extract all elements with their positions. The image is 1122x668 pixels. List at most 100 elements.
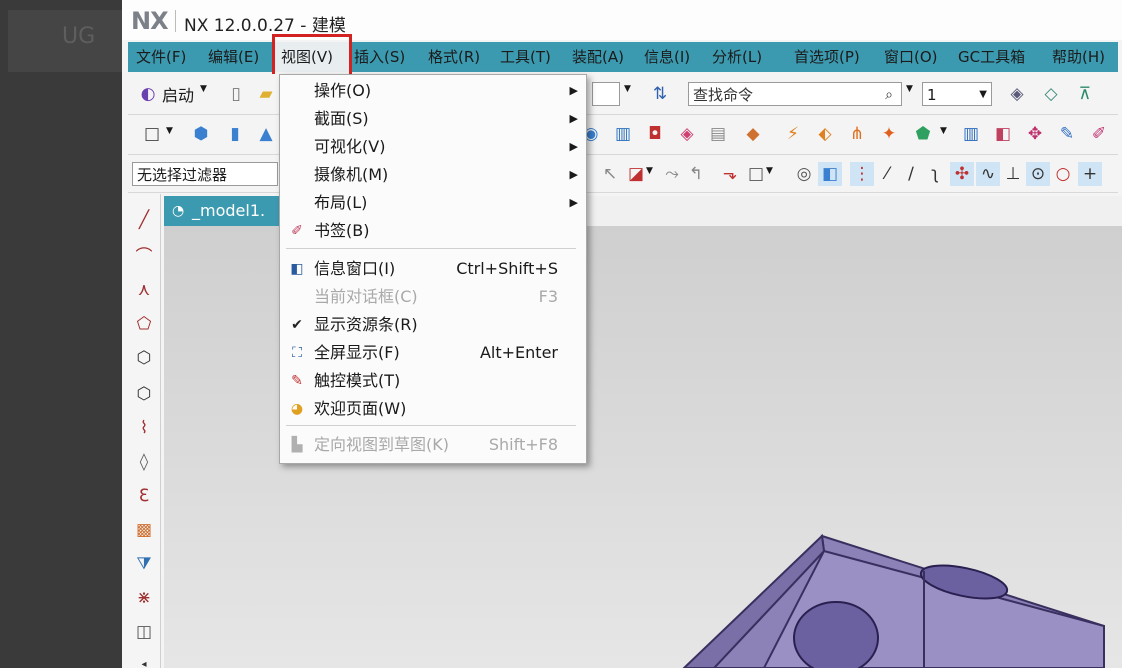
- sort-icon[interactable]: ⇅: [648, 82, 672, 106]
- snap-line-icon[interactable]: ⁄: [876, 162, 898, 186]
- snap-point-on-curve-icon[interactable]: +: [1078, 162, 1102, 186]
- menu-help[interactable]: 帮助(H): [1052, 42, 1105, 72]
- snap-tangent-icon[interactable]: ∕: [900, 162, 922, 186]
- start-icon[interactable]: ◐: [136, 82, 160, 106]
- snap-perpendicular-icon[interactable]: ⊥: [1002, 162, 1024, 186]
- constraint-icon[interactable]: ✥: [1022, 122, 1048, 146]
- move-to-layer-icon[interactable]: ⊼: [1072, 82, 1098, 106]
- quantity-select[interactable]: 1 ▼: [922, 82, 992, 106]
- assembly-icon[interactable]: ⬟: [910, 122, 936, 146]
- curve-analysis-icon[interactable]: ⋇: [132, 586, 156, 610]
- profile-tool-icon[interactable]: ⬠: [132, 312, 156, 336]
- cylinder-icon[interactable]: ▮: [222, 122, 248, 146]
- mirror-icon[interactable]: ⋔: [844, 122, 870, 146]
- view-menu-section-label: 截面(S): [314, 109, 369, 128]
- finder-dropdown-icon[interactable]: ▼: [906, 84, 913, 94]
- through-curves-icon[interactable]: ⧩: [132, 552, 156, 576]
- view-menu-dropdown: 操作(O) ▶ 截面(S) ▶ 可视化(V) ▶ 摄像机(M) ▶ 布局(L) …: [279, 74, 587, 464]
- snap-curve-icon[interactable]: ∿: [976, 162, 1000, 186]
- rectangle-icon[interactable]: □: [744, 162, 768, 186]
- fill-tool-icon[interactable]: ▩: [132, 518, 156, 542]
- select-box-dropdown-icon[interactable]: ▼: [646, 166, 653, 176]
- sketch-icon[interactable]: ✐: [1086, 122, 1112, 146]
- cone-icon[interactable]: ▲: [256, 122, 276, 146]
- component-icon[interactable]: ▥: [958, 122, 984, 146]
- view-menu-camera[interactable]: 摄像机(M) ▶: [280, 161, 586, 189]
- layer-visible-icon[interactable]: ◇: [1038, 82, 1064, 106]
- snap-point-icon[interactable]: ↖: [598, 162, 622, 186]
- offset-face-icon[interactable]: ◆: [740, 122, 766, 146]
- view-menu-info-window[interactable]: ◧ 信息窗口(I) Ctrl+Shift+S: [280, 255, 586, 283]
- tab-model[interactable]: ◔ _model1.: [164, 196, 284, 226]
- shell-icon[interactable]: ◈: [674, 122, 700, 146]
- draft-icon[interactable]: ✦: [876, 122, 902, 146]
- rectangle-dropdown-icon[interactable]: ▼: [766, 166, 773, 176]
- show-and-hide-icon[interactable]: ⬎: [718, 162, 742, 186]
- explode-icon[interactable]: ✎: [1054, 122, 1080, 146]
- quantity-dropdown-icon[interactable]: ▼: [979, 83, 987, 107]
- view-menu-bookmark[interactable]: ✐ 书签(B): [280, 217, 586, 245]
- start-button[interactable]: 启动: [162, 82, 194, 106]
- open-folder-icon[interactable]: ▰: [254, 82, 278, 106]
- view-menu-touch-mode[interactable]: ✎ 触控模式(T): [280, 367, 586, 395]
- snap-intersection-icon[interactable]: ✣: [950, 162, 974, 186]
- block-icon[interactable]: ⬢: [188, 122, 214, 146]
- menu-edit[interactable]: 编辑(E): [208, 42, 259, 72]
- surface-tool-icon[interactable]: ◊: [132, 450, 156, 474]
- menu-file[interactable]: 文件(F): [136, 42, 186, 72]
- snap-endpoint-icon[interactable]: ⋮: [850, 162, 874, 186]
- view-menu-welcome-page[interactable]: ◕ 欢迎页面(W): [280, 395, 586, 423]
- menu-assembly[interactable]: 装配(A): [572, 42, 624, 72]
- hole-icon[interactable]: ◘: [642, 122, 668, 146]
- lasso-icon[interactable]: ⤳: [660, 162, 684, 186]
- color-swatch[interactable]: [592, 82, 620, 106]
- view-menu-operation[interactable]: 操作(O) ▶: [280, 77, 586, 105]
- layer-settings-icon[interactable]: ◈: [1004, 82, 1030, 106]
- menu-insert[interactable]: 插入(S): [354, 42, 405, 72]
- resource-bar-more-icon[interactable]: ◂: [132, 652, 156, 668]
- snap-center-icon[interactable]: ⊙: [1026, 162, 1050, 186]
- view-menu-visualization[interactable]: 可视化(V) ▶: [280, 133, 586, 161]
- view-menu-section[interactable]: 截面(S) ▶: [280, 105, 586, 133]
- assembly-dropdown-icon[interactable]: ▼: [940, 126, 947, 136]
- trim-tool-icon[interactable]: ℇ: [132, 484, 156, 508]
- pattern-icon[interactable]: ⬖: [812, 122, 838, 146]
- analysis-icon[interactable]: ◫: [132, 620, 156, 644]
- select-box-icon[interactable]: ◪: [624, 162, 648, 186]
- view-menu-layout[interactable]: 布局(L) ▶: [280, 189, 586, 217]
- snap-arc-icon[interactable]: ʅ: [924, 162, 946, 186]
- polygon-tool-icon[interactable]: ⬡: [132, 346, 156, 370]
- deselect-icon[interactable]: ↰: [684, 162, 708, 186]
- line-tool-icon[interactable]: ╱: [132, 208, 156, 232]
- menu-window[interactable]: 窗口(O): [884, 42, 938, 72]
- menu-format[interactable]: 格式(R): [428, 42, 480, 72]
- synchronous-icon[interactable]: ⚡: [780, 122, 806, 146]
- hexagon-tool-icon[interactable]: ⬡: [132, 382, 156, 406]
- view-menu-fullscreen[interactable]: ⛶ 全屏显示(F) Alt+Enter: [280, 339, 586, 367]
- menu-info[interactable]: 信息(I): [644, 42, 690, 72]
- extrude-icon[interactable]: ▥: [610, 122, 636, 146]
- view-menu-show-resource-bar[interactable]: ✔ 显示资源条(R): [280, 311, 586, 339]
- view-menu-info-window-label: 信息窗口(I): [314, 259, 396, 278]
- arc-tool-icon[interactable]: ⌒: [132, 242, 156, 267]
- shaded-icon[interactable]: ◧: [818, 162, 842, 186]
- new-file-icon[interactable]: ▯: [224, 82, 248, 106]
- selection-filter-select[interactable]: 无选择过滤器: [132, 162, 278, 186]
- box-select-icon[interactable]: □: [140, 122, 164, 146]
- start-dropdown-icon[interactable]: ▼: [200, 84, 207, 94]
- magnifier-icon[interactable]: ⌕: [885, 83, 893, 107]
- thread-icon[interactable]: ▤: [708, 122, 728, 146]
- command-finder-input[interactable]: 查找命令 ⌕: [688, 82, 902, 106]
- menu-tools[interactable]: 工具(T): [500, 42, 551, 72]
- view-menu-orient-view-to-sketch-shortcut: Shift+F8: [488, 435, 558, 454]
- snap-quadrant-icon[interactable]: ○: [1052, 162, 1074, 186]
- menu-analysis[interactable]: 分析(L): [712, 42, 762, 72]
- offset-curve-icon[interactable]: ⌇: [132, 416, 156, 440]
- menu-gc-toolbox[interactable]: GC工具箱: [958, 42, 1025, 72]
- menu-preferences[interactable]: 首选项(P): [794, 42, 860, 72]
- spline-tool-icon[interactable]: ⋏: [132, 278, 156, 302]
- view-icon[interactable]: ◎: [792, 162, 816, 186]
- swatch-dropdown-icon[interactable]: ▼: [624, 84, 631, 94]
- move-component-icon[interactable]: ◧: [990, 122, 1016, 146]
- box-dropdown-icon[interactable]: ▼: [166, 126, 173, 136]
